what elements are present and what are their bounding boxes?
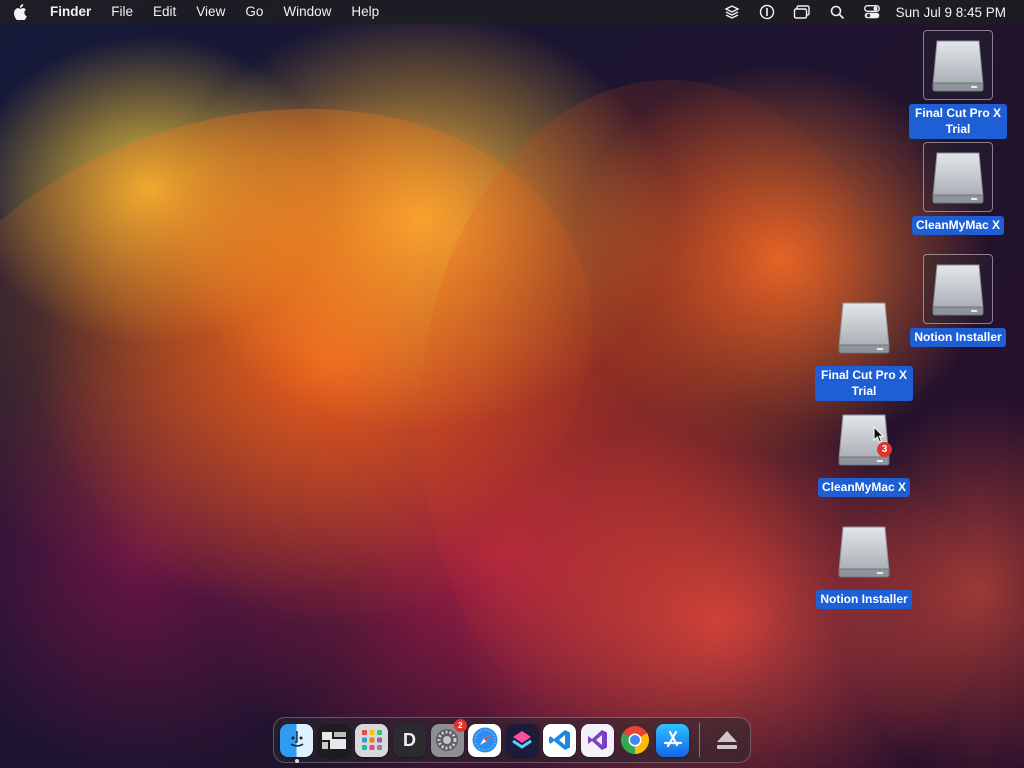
- dock-launchpad[interactable]: [353, 721, 391, 759]
- disk-image-icon: [838, 302, 890, 354]
- app-store-icon: [656, 723, 690, 757]
- disk-image-icon: [932, 152, 984, 204]
- apple-logo-icon[interactable]: [0, 4, 40, 20]
- stack-icon[interactable]: [715, 0, 750, 24]
- menu-view[interactable]: View: [186, 0, 235, 24]
- finder-icon: [280, 723, 314, 757]
- dock-shortcuts[interactable]: [503, 721, 541, 759]
- windows-icon[interactable]: [785, 0, 820, 24]
- menu-edit[interactable]: Edit: [143, 0, 186, 24]
- dock-chrome[interactable]: [616, 721, 654, 759]
- menu-help[interactable]: Help: [341, 0, 389, 24]
- menu-window[interactable]: Window: [273, 0, 341, 24]
- control-center-icon[interactable]: [855, 0, 890, 24]
- dock-d-app[interactable]: D: [391, 721, 429, 759]
- launchpad-icon: [355, 723, 389, 757]
- dock-app-store[interactable]: [654, 721, 692, 759]
- desktop-icon-label: CleanMyMac X: [911, 216, 1005, 235]
- desktop-icon-label: Notion Installer: [816, 590, 912, 609]
- password-icon[interactable]: [750, 0, 785, 24]
- desktop-icon-label: Final Cut Pro X Trial: [815, 366, 913, 401]
- vscode-icon: [543, 723, 577, 757]
- chrome-icon: [618, 724, 651, 757]
- desktop-icon-final-cut-pro-trial[interactable]: Final Cut Pro X Trial: [814, 292, 914, 401]
- desktop-icon-label: Final Cut Pro X Trial: [909, 104, 1007, 139]
- disk-image-icon: [932, 40, 984, 92]
- drag-count-badge: 3: [877, 442, 892, 457]
- d-letter-icon: D: [393, 723, 427, 757]
- desktop-icon-cleanmymac[interactable]: 3 CleanMyMac X: [814, 404, 914, 497]
- dock-system-settings[interactable]: 2: [428, 719, 467, 759]
- menu-bar: Finder File Edit View Go Window Help Sun…: [0, 0, 1024, 24]
- mouse-cursor-icon: [873, 426, 885, 443]
- desktop-icon-notion-installer[interactable]: Notion Installer: [814, 516, 914, 609]
- dock-window-layout[interactable]: [316, 721, 354, 759]
- desktop-icon-notion-installer-selected[interactable]: Notion Installer: [908, 254, 1008, 347]
- spotlight-search-icon[interactable]: [820, 0, 855, 24]
- menu-bar-clock[interactable]: Sun Jul 9 8:45 PM: [896, 5, 1006, 20]
- dock-safari[interactable]: [466, 721, 504, 759]
- dock-eject[interactable]: [708, 721, 746, 759]
- visual-studio-icon: [580, 723, 614, 757]
- dock-finder[interactable]: [278, 721, 316, 763]
- running-indicator: [294, 759, 299, 763]
- menu-go[interactable]: Go: [235, 0, 273, 24]
- window-layout-icon: [317, 723, 351, 757]
- desktop-icon-label: CleanMyMac X: [817, 478, 911, 497]
- disk-image-icon: [838, 526, 890, 578]
- desktop-icon-final-cut-pro-trial-selected[interactable]: Final Cut Pro X Trial: [908, 30, 1008, 139]
- menu-app-name[interactable]: Finder: [40, 0, 101, 24]
- menu-file[interactable]: File: [101, 0, 143, 24]
- desktop-icon-label: Notion Installer: [910, 328, 1006, 347]
- eject-icon: [711, 724, 744, 757]
- dock-vscode[interactable]: [541, 721, 579, 759]
- desktop-icon-cleanmymac-selected[interactable]: CleanMyMac X: [908, 142, 1008, 235]
- dock: D 2: [273, 717, 751, 763]
- dock-divider: [699, 723, 701, 757]
- dock-visual-studio[interactable]: [579, 721, 617, 759]
- safari-compass-icon: [468, 723, 502, 757]
- shortcuts-icon: [505, 723, 539, 757]
- disk-image-icon: [932, 264, 984, 316]
